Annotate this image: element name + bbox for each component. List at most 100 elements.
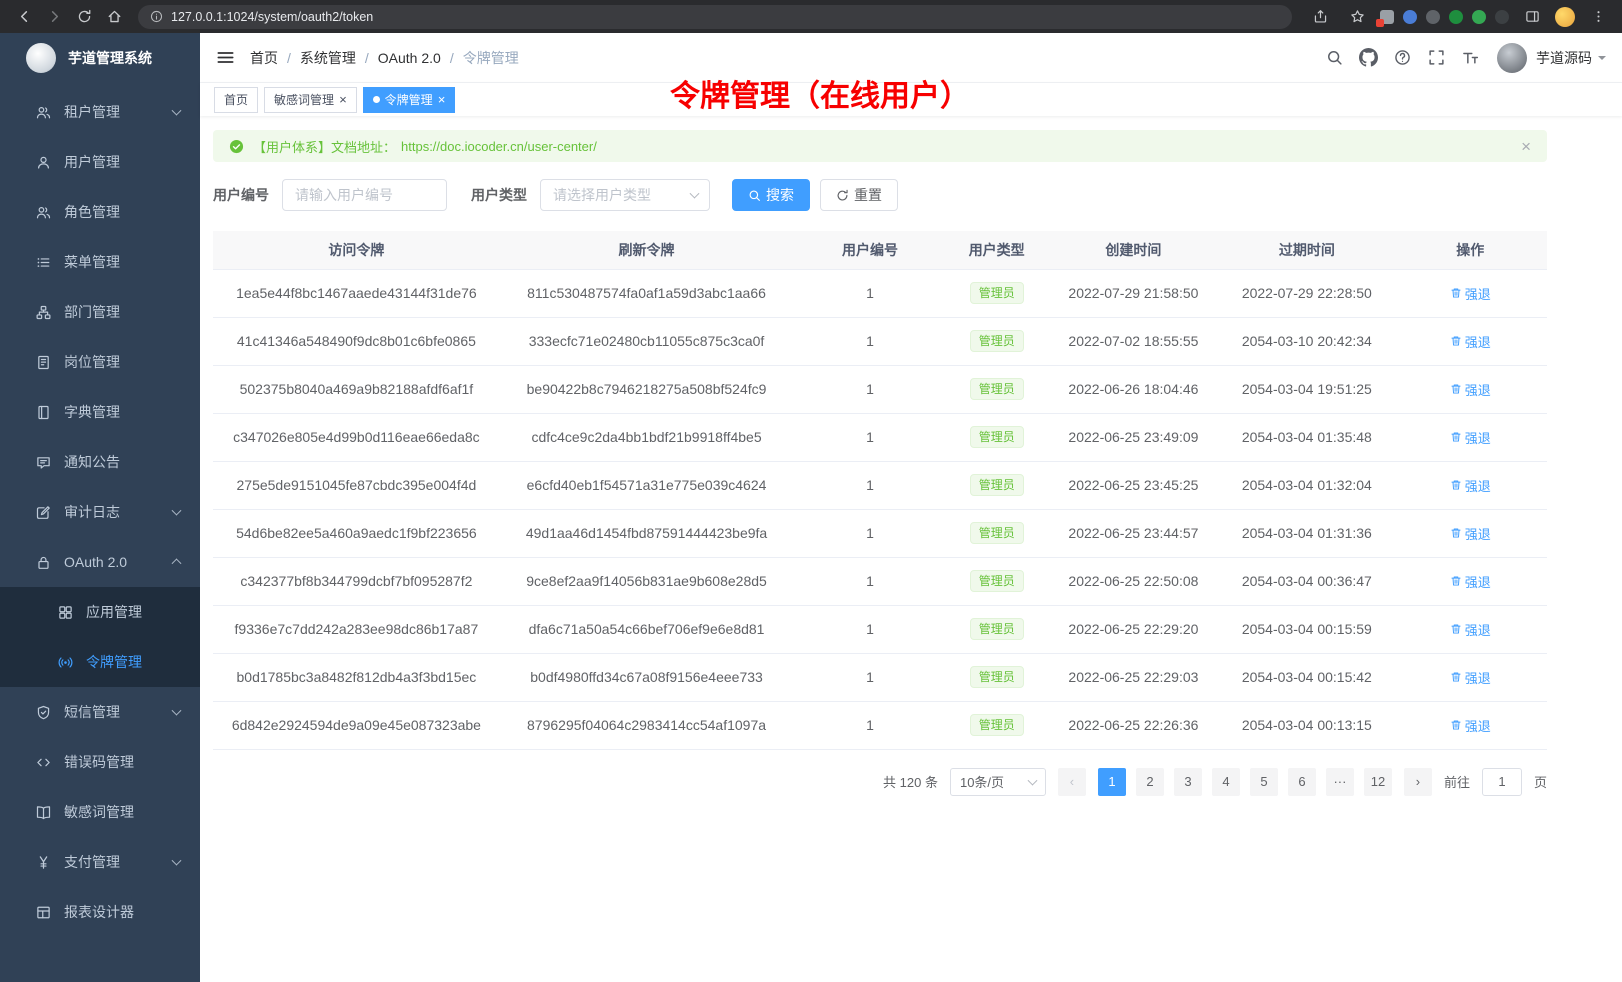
browser-back-button[interactable] — [10, 4, 38, 30]
page-button[interactable]: 12 — [1364, 768, 1392, 796]
force-logout-button[interactable]: 强退 — [1450, 476, 1491, 495]
force-logout-button[interactable]: 强退 — [1450, 668, 1491, 687]
user-type-select[interactable]: 请选择用户类型 — [540, 179, 710, 211]
page-button[interactable]: 3 — [1174, 768, 1202, 796]
page-size-select[interactable]: 10条/页 — [950, 768, 1046, 796]
share-button[interactable] — [1306, 4, 1334, 30]
bookmark-button[interactable] — [1343, 4, 1371, 30]
sidebar-item-icon — [36, 455, 51, 470]
sidebar-item-role[interactable]: 角色管理 — [0, 187, 200, 237]
reset-button[interactable]: 重置 — [820, 179, 898, 211]
sidebar-item-sms[interactable]: 短信管理 — [0, 687, 200, 737]
sidebar-item-error-code[interactable]: 错误码管理 — [0, 737, 200, 787]
browser-profile-avatar[interactable] — [1555, 7, 1575, 27]
page-button[interactable]: 4 — [1212, 768, 1240, 796]
sidebar-item-pay[interactable]: 支付管理 — [0, 837, 200, 887]
fullscreen-button[interactable] — [1419, 38, 1453, 78]
tab-token[interactable]: 令牌管理 — [363, 87, 456, 113]
created-time-cell: 2022-07-02 18:55:55 — [1047, 317, 1220, 365]
search-button[interactable] — [1317, 38, 1351, 78]
extension-icon-4[interactable] — [1449, 10, 1463, 24]
breadcrumb-item[interactable]: 令牌管理 — [441, 48, 519, 68]
action-cell: 强退 — [1394, 701, 1547, 749]
page-button[interactable]: 5 — [1250, 768, 1278, 796]
sidebar-item-oauth2[interactable]: OAuth 2.0 — [0, 537, 200, 587]
refresh-token-cell: e6cfd40eb1f54571a31e775e039c4624 — [500, 461, 793, 509]
app-logo[interactable]: 芋道管理系统 — [0, 33, 200, 83]
font-size-button[interactable] — [1453, 38, 1487, 78]
extension-icon-2[interactable] — [1403, 10, 1417, 24]
sidebar-item-dept[interactable]: 部门管理 — [0, 287, 200, 337]
user-id-input[interactable] — [282, 179, 447, 211]
browser-forward-button[interactable] — [40, 4, 68, 30]
sidebar-item-dict[interactable]: 字典管理 — [0, 387, 200, 437]
site-info-icon[interactable] — [150, 10, 163, 23]
browser-menu-button[interactable] — [1584, 4, 1612, 30]
extension-icon-3[interactable] — [1426, 10, 1440, 24]
force-logout-button[interactable]: 强退 — [1450, 380, 1491, 399]
force-logout-button[interactable]: 强退 — [1450, 524, 1491, 543]
sidebar-item-label: 角色管理 — [64, 202, 120, 222]
sidebar-item-report-designer[interactable]: 报表设计器 — [0, 887, 200, 937]
breadcrumb-item[interactable]: 系统管理 — [278, 48, 356, 68]
extension-icon-6[interactable] — [1495, 10, 1509, 24]
force-logout-button[interactable]: 强退 — [1450, 716, 1491, 735]
sidebar-item-menu[interactable]: 菜单管理 — [0, 237, 200, 287]
refresh-token-cell: 8796295f04064c2983414cc54af1097a — [500, 701, 793, 749]
sidebar-toggle-icon[interactable] — [216, 48, 235, 67]
page-goto-input[interactable] — [1482, 768, 1522, 796]
refresh-token-cell: 811c530487574fa0af1a59d3abc1aa66 — [500, 269, 793, 317]
force-logout-button[interactable]: 强退 — [1450, 332, 1491, 351]
breadcrumb-item[interactable]: 首页 — [250, 48, 278, 68]
search-submit-button[interactable]: 搜索 — [732, 179, 810, 211]
alert-doc-link[interactable]: https://doc.iocoder.cn/user-center/ — [401, 139, 597, 154]
sidebar-item-post[interactable]: 岗位管理 — [0, 337, 200, 387]
browser-reload-button[interactable] — [70, 4, 98, 30]
action-cell: 强退 — [1394, 461, 1547, 509]
force-logout-button[interactable]: 强退 — [1450, 428, 1491, 447]
tab-home[interactable]: 首页 — [214, 87, 258, 113]
expire-time-cell: 2054-03-04 00:15:59 — [1220, 605, 1393, 653]
extension-icon-1[interactable] — [1380, 10, 1394, 24]
tab-close-icon[interactable] — [339, 93, 347, 106]
sidebar-item-sensitive-word[interactable]: 敏感词管理 — [0, 787, 200, 837]
user-type-cell: 管理员 — [947, 461, 1047, 509]
action-cell: 强退 — [1394, 509, 1547, 557]
sidebar-item-oauth2-app[interactable]: 应用管理 — [0, 587, 200, 637]
tab-close-icon[interactable] — [438, 93, 446, 106]
side-panel-button[interactable] — [1518, 4, 1546, 30]
tab-bar: 首页 敏感词管理 令牌管理 — [200, 83, 1622, 116]
extension-icon-5[interactable] — [1472, 10, 1486, 24]
force-logout-button[interactable]: 强退 — [1450, 620, 1491, 639]
table-row: 41c41346a548490f9dc8b01c6bfe0865 333ecfc… — [213, 317, 1547, 365]
force-logout-button[interactable]: 强退 — [1450, 572, 1491, 591]
sidebar-item-user[interactable]: 用户管理 — [0, 137, 200, 187]
sidebar-item-notice[interactable]: 通知公告 — [0, 437, 200, 487]
github-button[interactable] — [1351, 38, 1385, 78]
tab-sensitive-word[interactable]: 敏感词管理 — [264, 87, 357, 113]
page-button[interactable]: 1 — [1098, 768, 1126, 796]
browser-address-bar[interactable]: 127.0.0.1:1024/system/oauth2/token — [138, 5, 1292, 29]
page-button[interactable]: 6 — [1288, 768, 1316, 796]
user-id-label: 用户编号 — [213, 185, 269, 205]
sidebar-item-oauth2-token[interactable]: 令牌管理 — [0, 637, 200, 687]
user-name[interactable]: 芋道源码 — [1536, 48, 1592, 68]
access-token-cell: f9336e7c7dd242a283ee98dc86b17a87 — [213, 605, 500, 653]
tab-label: 令牌管理 — [385, 91, 433, 108]
alert-close-icon[interactable] — [1521, 138, 1531, 155]
refresh-token-cell: 9ce8ef2aa9f14056b831ae9b608e28d5 — [500, 557, 793, 605]
page-button[interactable]: 2 — [1136, 768, 1164, 796]
user-avatar[interactable] — [1497, 43, 1527, 73]
sidebar-item-tenant[interactable]: 租户管理 — [0, 87, 200, 137]
user-menu-caret-icon[interactable] — [1598, 56, 1606, 64]
sidebar-item-audit-log[interactable]: 审计日志 — [0, 487, 200, 537]
next-page-button[interactable]: › — [1404, 768, 1432, 796]
prev-page-button[interactable]: ‹ — [1058, 768, 1086, 796]
chevron-icon — [172, 856, 182, 866]
force-logout-button[interactable]: 强退 — [1450, 284, 1491, 303]
docs-help-button[interactable] — [1385, 38, 1419, 78]
breadcrumb-item[interactable]: OAuth 2.0 — [356, 50, 441, 66]
user-id-cell: 1 — [793, 413, 946, 461]
page-button[interactable]: ··· — [1326, 768, 1354, 796]
browser-home-button[interactable] — [100, 4, 128, 30]
